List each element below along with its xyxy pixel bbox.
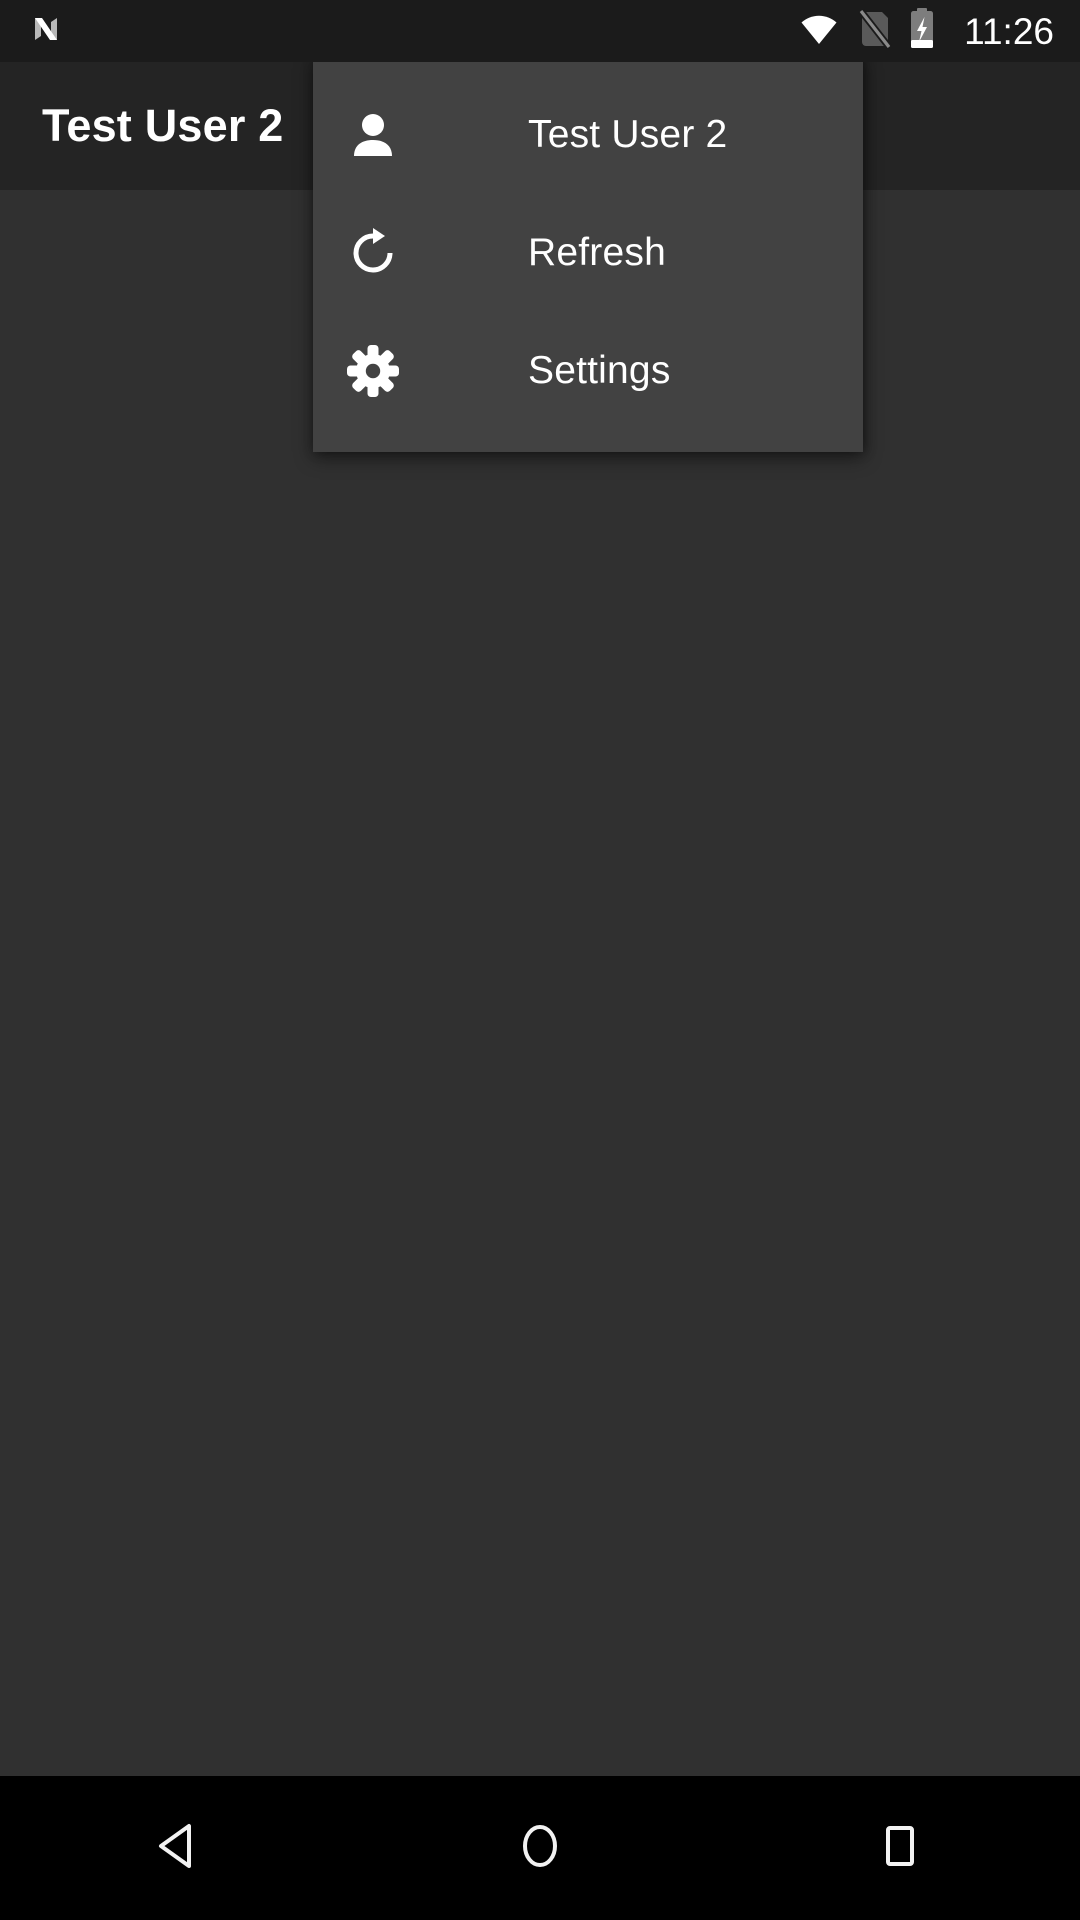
- status-bar-clock: 11:26: [964, 10, 1054, 52]
- navigation-bar: [0, 1776, 1080, 1920]
- home-circle-icon: [512, 1818, 568, 1879]
- recents-square-icon: [872, 1818, 928, 1879]
- menu-item-refresh[interactable]: Refresh: [313, 194, 863, 312]
- status-bar-right: 11:26: [798, 7, 1080, 56]
- recents-button[interactable]: [800, 1776, 1000, 1920]
- menu-item-test-user-2[interactable]: Test User 2: [313, 76, 863, 194]
- gear-icon: [313, 344, 433, 398]
- back-triangle-icon: [152, 1818, 208, 1879]
- menu-item-label: Settings: [528, 349, 671, 392]
- back-button[interactable]: [80, 1776, 280, 1920]
- home-button[interactable]: [440, 1776, 640, 1920]
- page-title: Test User 2: [42, 100, 284, 151]
- person-icon: [313, 109, 433, 161]
- overflow-popup-menu[interactable]: Test User 2 Refresh Settings: [313, 56, 863, 452]
- menu-item-label: Test User 2: [528, 113, 728, 156]
- menu-item-label: Refresh: [528, 231, 666, 274]
- menu-item-settings[interactable]: Settings: [313, 312, 863, 430]
- android-n-logo-icon: [26, 9, 66, 54]
- sim-card-off-icon: [856, 8, 892, 55]
- battery-charging-icon: [908, 7, 936, 56]
- android-screen: 11:26 Test User 2 Test User 2 Refresh Se…: [0, 0, 1080, 1920]
- refresh-icon: [313, 227, 433, 279]
- wifi-full-icon: [798, 8, 840, 55]
- status-bar: 11:26: [0, 0, 1080, 62]
- status-bar-left: [0, 9, 66, 54]
